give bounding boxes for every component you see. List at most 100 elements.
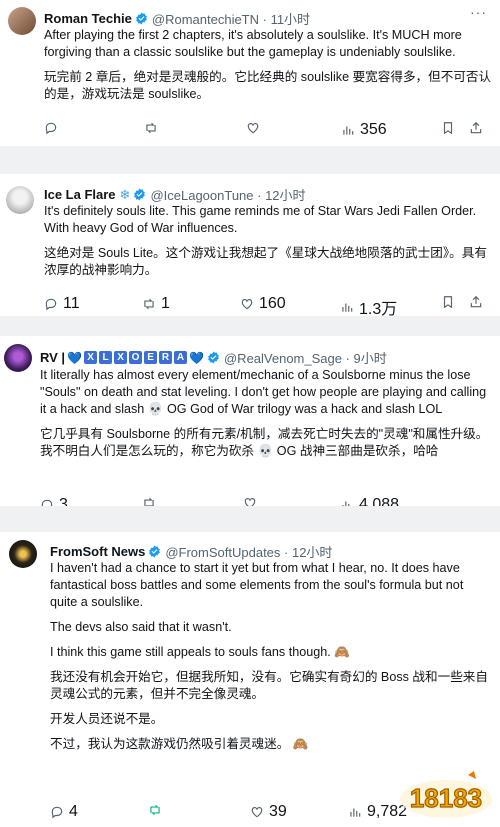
author-name[interactable]: Roman Techie bbox=[44, 11, 132, 26]
verified-icon bbox=[208, 351, 219, 364]
bookmark-button[interactable] bbox=[441, 121, 455, 135]
tweet[interactable]: RV | 💙 X L X O E R A 💙 @RealVenom_Sage ·… bbox=[0, 336, 500, 506]
reply-button[interactable]: 4 bbox=[50, 803, 78, 821]
tweet-paragraph: 开发人员还说不是。 bbox=[50, 712, 164, 726]
retweet-button[interactable]: 1 bbox=[142, 295, 170, 313]
share-button[interactable] bbox=[469, 121, 483, 135]
views-button[interactable]: 1.3万 bbox=[340, 295, 397, 319]
tweet-paragraph: 我还没有机会开始它，但据我所知，没有。它确实有奇幻的 Boss 战和一些来自灵魂… bbox=[50, 670, 488, 701]
tweet-text: After playing the first 2 chapters, it's… bbox=[44, 27, 494, 111]
views-icon bbox=[342, 501, 350, 506]
bookmark-button[interactable] bbox=[441, 295, 455, 309]
name-tag-letter: X bbox=[114, 351, 128, 364]
site-watermark-logo: 18183 bbox=[400, 771, 492, 818]
views-count: 356 bbox=[360, 121, 387, 138]
views-count: 4,088 bbox=[359, 496, 400, 506]
tweet-text: It's definitely souls lite. This game re… bbox=[44, 203, 494, 287]
like-button[interactable]: 160 bbox=[240, 295, 286, 313]
share-icon bbox=[470, 121, 482, 134]
verified-icon bbox=[134, 188, 146, 201]
tweet-text: It literally has almost every element/me… bbox=[40, 367, 492, 468]
name-tag-letter: E bbox=[144, 351, 158, 364]
views-button[interactable]: 4,088 bbox=[340, 496, 399, 506]
views-count: 1.3万 bbox=[359, 301, 398, 318]
share-icon bbox=[470, 295, 482, 308]
reply-count: 11 bbox=[63, 295, 80, 312]
reply-button[interactable] bbox=[44, 121, 63, 135]
snowflake-icon: ❄ bbox=[119, 186, 131, 202]
more-options-icon[interactable]: ··· bbox=[470, 4, 487, 20]
retweet-icon bbox=[150, 804, 160, 816]
avatar[interactable] bbox=[4, 344, 32, 372]
tweet-paragraph: It literally has almost every element/me… bbox=[40, 368, 487, 416]
name-tag-letter: L bbox=[99, 351, 113, 364]
author-handle[interactable]: @IceLagoonTune · 12小时 bbox=[150, 185, 305, 204]
tweet-paragraph: 这绝对是 Souls Lite。这个游戏让我想起了《星球大战绝地陨落的武士团》。… bbox=[44, 246, 487, 277]
reply-button[interactable]: 11 bbox=[44, 295, 80, 313]
tweet-paragraph: I think this game still appeals to souls… bbox=[50, 645, 350, 659]
tweet-paragraph: 不过，我认为这款游戏仍然吸引着灵魂迷。 🙈 bbox=[50, 737, 309, 751]
tweet-paragraph: The devs also said that it wasn't. bbox=[50, 620, 232, 634]
retweet-icon bbox=[146, 122, 156, 134]
heart-icon bbox=[244, 498, 256, 506]
tweet-header: Ice La Flare ❄ @IceLagoonTune · 12小时 bbox=[44, 185, 306, 204]
avatar[interactable] bbox=[8, 7, 36, 35]
tweet-header: RV | 💙 X L X O E R A 💙 @RealVenom_Sage ·… bbox=[40, 348, 387, 367]
tweet-paragraph: 它几乎具有 Soulsborne 的所有元素/机制，减去死亡时失去的"灵魂"和属… bbox=[40, 427, 489, 458]
bookmark-icon bbox=[443, 296, 453, 309]
tweet-paragraph: After playing the first 2 chapters, it's… bbox=[44, 28, 462, 59]
heart-icon bbox=[251, 807, 263, 818]
author-handle[interactable]: @RomantechieTN · 11小时 bbox=[152, 9, 310, 28]
tweet[interactable]: Ice La Flare ❄ @IceLagoonTune · 12小时 It'… bbox=[0, 174, 500, 319]
author-handle[interactable]: @FromSoftUpdates · 12小时 bbox=[165, 542, 332, 561]
reply-icon bbox=[51, 806, 63, 819]
retweet-button[interactable] bbox=[142, 496, 156, 506]
verified-icon bbox=[149, 545, 161, 558]
reply-icon bbox=[45, 122, 57, 135]
like-count: 39 bbox=[269, 803, 287, 820]
author-name[interactable]: RV | bbox=[40, 350, 65, 365]
avatar[interactable] bbox=[9, 540, 37, 568]
name-tag-letter: X bbox=[84, 351, 98, 364]
name-tag-letter: A bbox=[174, 351, 188, 364]
tweet-text: I haven't had a chance to start it yet b… bbox=[50, 560, 490, 761]
reply-icon bbox=[45, 298, 57, 311]
tweet-separator bbox=[0, 146, 500, 174]
like-button[interactable]: 39 bbox=[250, 803, 287, 821]
like-count: 160 bbox=[259, 295, 286, 312]
views-icon bbox=[342, 303, 353, 312]
heart-icon bbox=[247, 123, 259, 134]
retweet-count: 1 bbox=[161, 295, 170, 312]
bookmark-icon bbox=[443, 122, 453, 135]
watermark-text: 18183 bbox=[410, 783, 482, 813]
retweet-button[interactable] bbox=[144, 121, 163, 135]
retweet-icon bbox=[144, 298, 154, 310]
author-name[interactable]: Ice La Flare bbox=[44, 187, 116, 202]
like-button[interactable] bbox=[243, 496, 257, 506]
reply-button[interactable]: 3 bbox=[40, 496, 68, 506]
author-name[interactable]: FromSoft News bbox=[50, 544, 145, 559]
tweet-paragraph: It's definitely souls lite. This game re… bbox=[44, 204, 477, 235]
verified-icon bbox=[136, 12, 147, 25]
tweet[interactable]: Roman Techie @RomantechieTN · 11小时 ··· A… bbox=[0, 0, 500, 146]
name-tag-letter: O bbox=[129, 351, 143, 364]
blue-heart-icon: 💙 bbox=[189, 350, 204, 365]
views-icon bbox=[343, 126, 354, 135]
tweet-paragraph: I haven't had a chance to start it yet b… bbox=[50, 561, 464, 609]
tweet-paragraph: 玩完前 2 章后，绝对是灵魂般的。它比经典的 soulslike 要宽容得多，但… bbox=[44, 70, 492, 101]
blue-heart-icon: 💙 bbox=[67, 350, 83, 365]
views-icon bbox=[350, 808, 361, 817]
retweet-button[interactable] bbox=[148, 803, 162, 817]
tweet-header: Roman Techie @RomantechieTN · 11小时 bbox=[44, 9, 310, 28]
author-handle[interactable]: @RealVenom_Sage · 9小时 bbox=[224, 348, 387, 367]
like-button[interactable] bbox=[246, 121, 265, 135]
views-button[interactable]: 356 bbox=[341, 121, 387, 139]
share-button[interactable] bbox=[469, 295, 483, 309]
reply-icon bbox=[41, 499, 53, 506]
name-tag-letter: R bbox=[159, 351, 173, 364]
heart-icon bbox=[241, 299, 253, 310]
tweet-separator bbox=[0, 506, 500, 532]
tweet-header: FromSoft News @FromSoftUpdates · 12小时 bbox=[50, 542, 332, 561]
avatar[interactable] bbox=[6, 186, 34, 214]
retweet-icon bbox=[144, 497, 154, 506]
